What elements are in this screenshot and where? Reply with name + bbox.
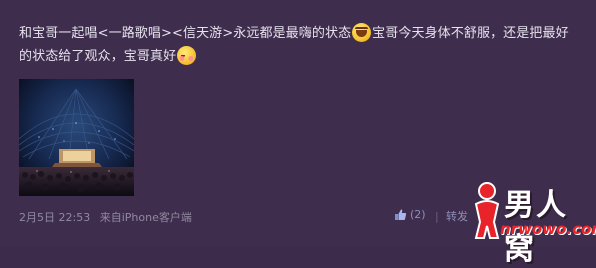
shy-emoji-icon [177, 46, 197, 65]
watermark-url: nrwowo.com [500, 220, 596, 238]
watermark: 男人窝 nrwowo.com [462, 180, 596, 267]
concert-photo-image [19, 79, 134, 196]
laugh-emoji-icon [352, 23, 372, 42]
post-text: 和宝哥一起唱<一路歌唱><信天游>永远都是最嗨的状态 宝哥今天身体不舒服，还是把最… [19, 22, 579, 68]
person-logo-icon [474, 182, 500, 239]
post-source[interactable]: 来自iPhone客户端 [100, 211, 192, 224]
thumbs-up-icon [395, 209, 407, 220]
post-text-part1: 和宝哥一起唱<一路歌唱><信天游>永远都是最嗨的状态 [19, 26, 352, 41]
like-button[interactable]: (2) [394, 208, 426, 221]
post-date[interactable]: 2月5日 22:53 [19, 211, 90, 224]
like-count: (2) [410, 208, 426, 221]
action-separator: | [435, 210, 439, 223]
concert-photo[interactable] [19, 79, 134, 196]
post-meta: 2月5日 22:53 来自iPhone客户端 [19, 209, 192, 225]
